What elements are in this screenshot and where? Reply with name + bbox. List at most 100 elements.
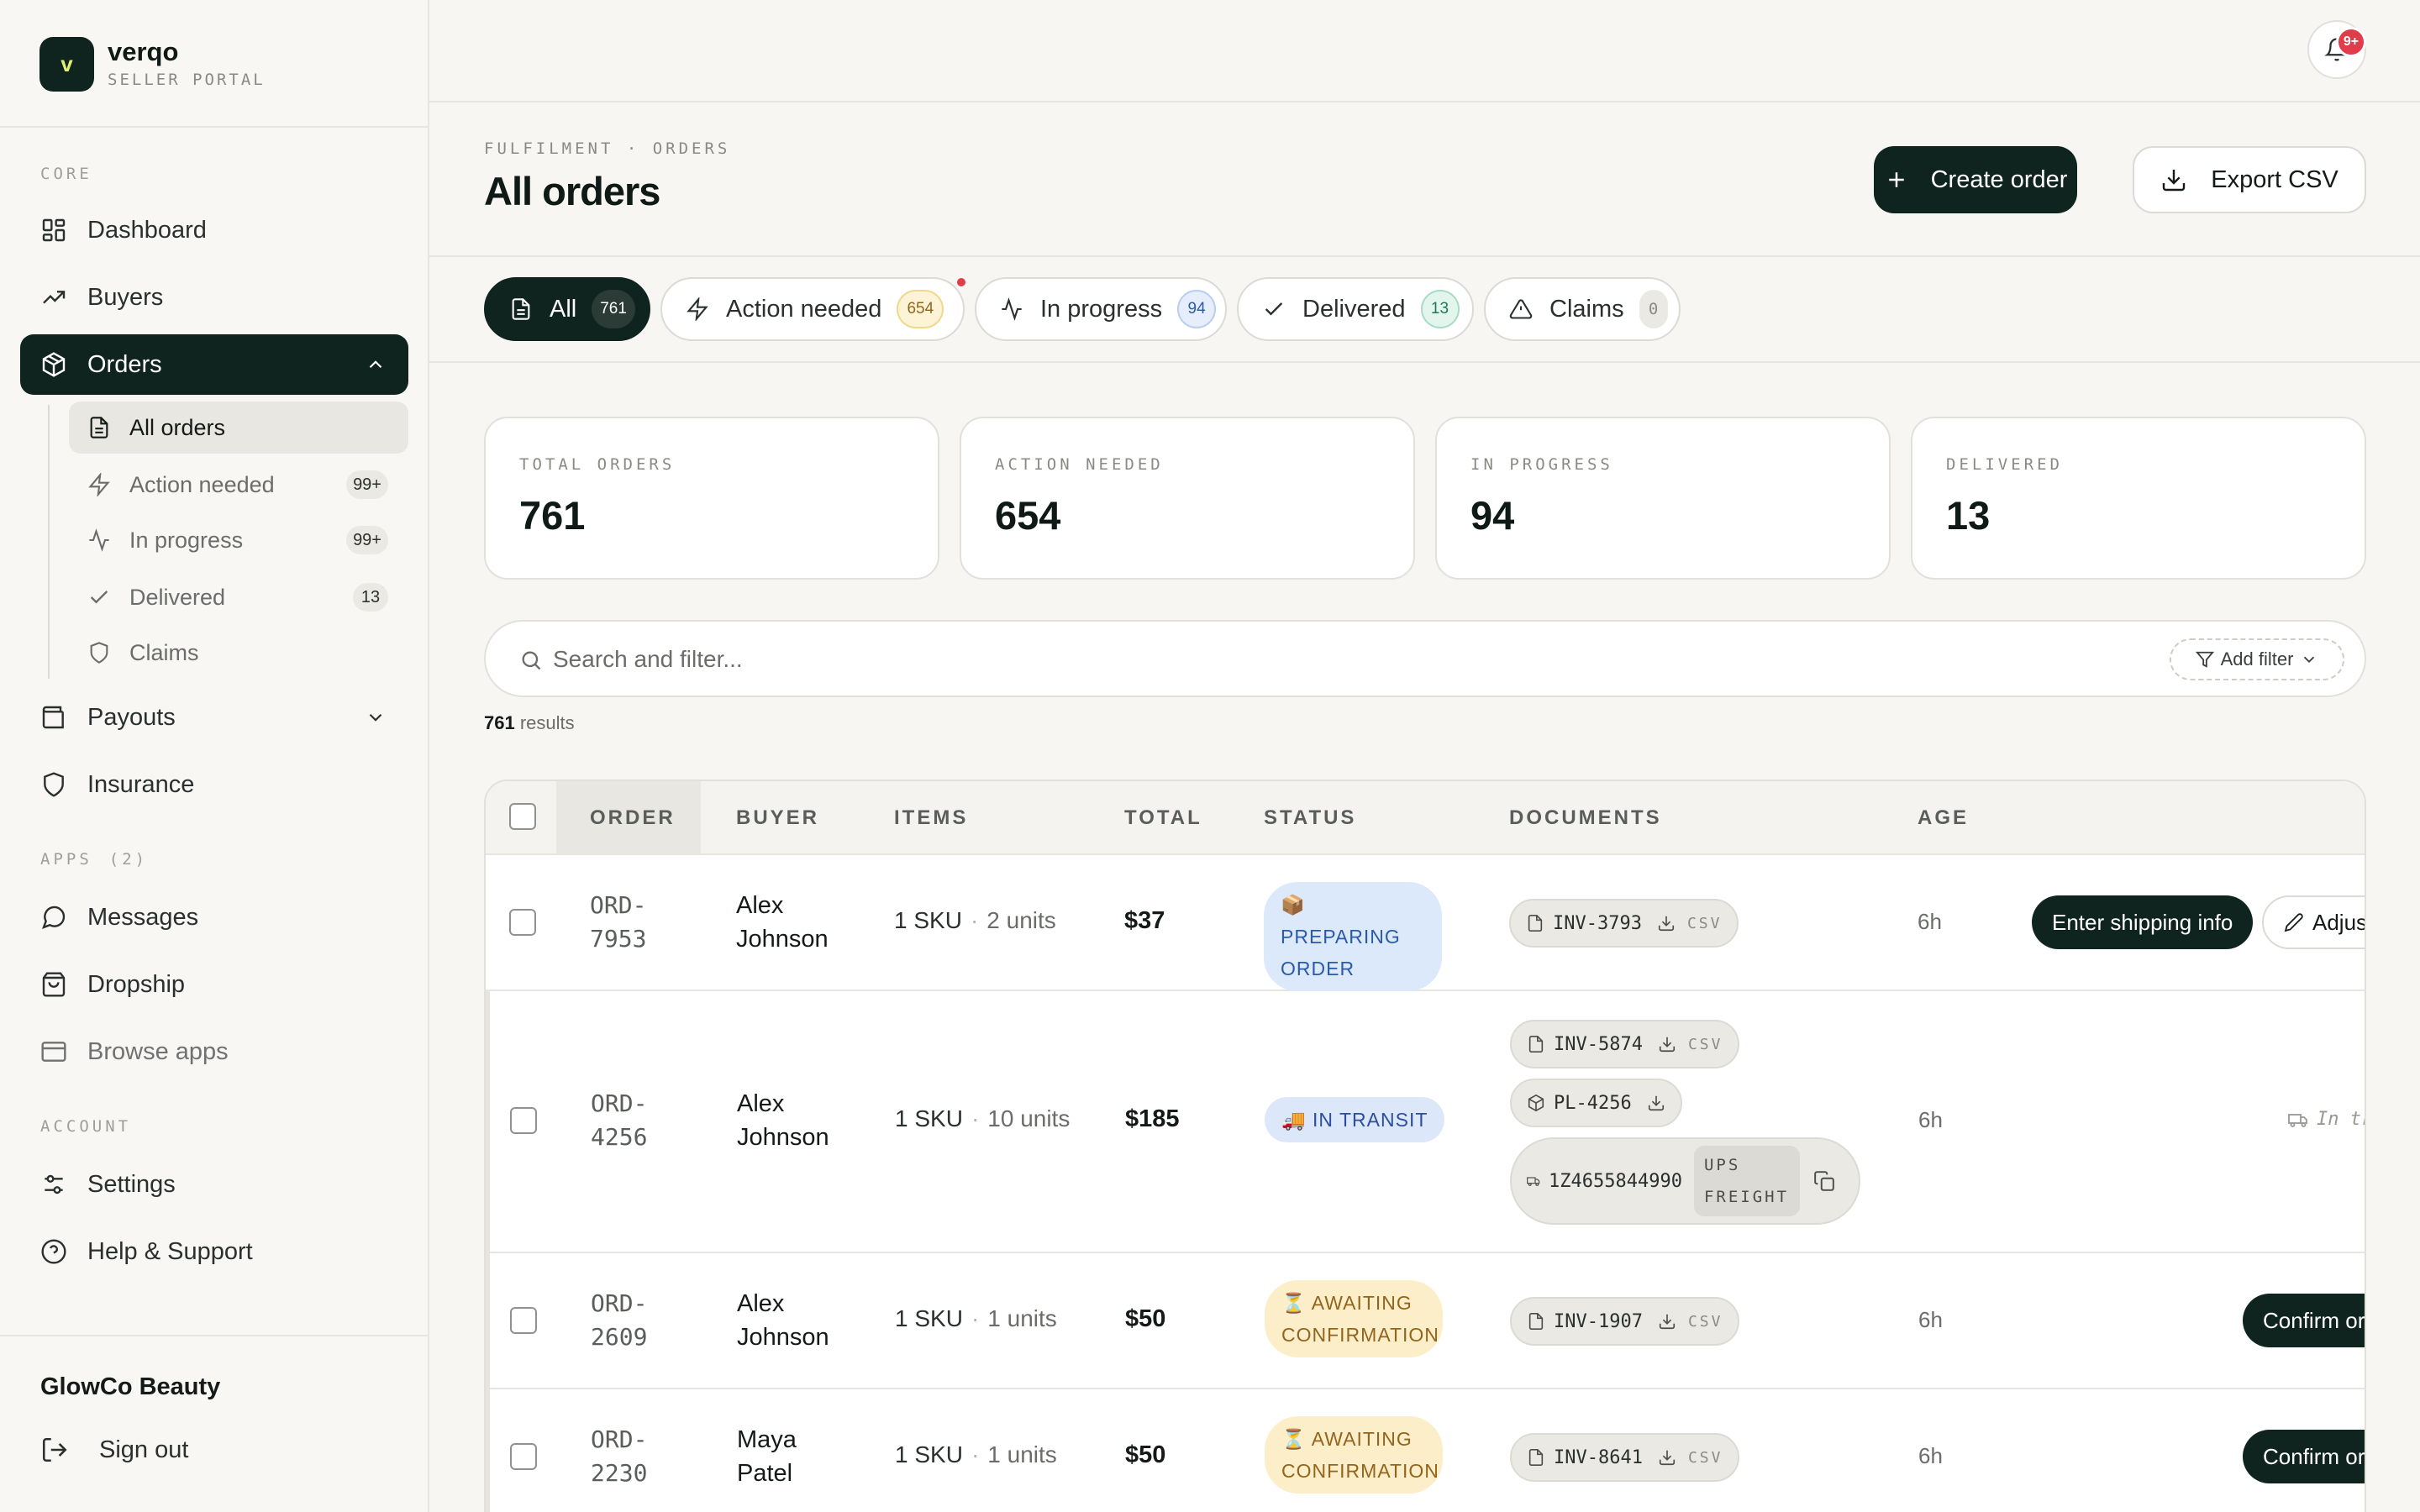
csv-link[interactable]: CSV [1688, 1036, 1723, 1053]
order-id-prefix: ORD- [591, 1089, 648, 1117]
packing-list-number: PL-4256 [1554, 1092, 1632, 1114]
copy-icon[interactable] [1813, 1170, 1835, 1192]
order-id[interactable]: ORD- 2609 [591, 1287, 647, 1354]
row-checkbox[interactable] [510, 1443, 537, 1470]
order-id[interactable]: ORD- 2230 [591, 1423, 647, 1490]
tab-in-progress[interactable]: In progress 94 [975, 277, 1227, 341]
adjust-button[interactable]: Adjust [2262, 895, 2365, 949]
tab-delivered[interactable]: Delivered 13 [1237, 277, 1474, 341]
notifications-button[interactable]: 9+ [2307, 20, 2366, 79]
file-text-icon [512, 298, 530, 320]
breadcrumb: FULFILMENT · ORDERS [484, 139, 731, 158]
table-row[interactable]: ORD- 4256 Alex Johnson 1 SKU · 10 units $185… [486, 991, 2365, 1253]
sidebar-item-insurance[interactable]: Insurance [20, 754, 408, 815]
alert-dot [955, 276, 968, 289]
row-checkbox[interactable] [510, 1307, 537, 1334]
sidebar-item-help[interactable]: Help & Support [20, 1221, 408, 1282]
chevron-down-icon[interactable] [365, 706, 387, 728]
column-header-order[interactable]: ORDER [556, 781, 701, 855]
sidebar-subitem-in-progress[interactable]: In progress 99+ [69, 514, 408, 566]
sidebar-item-settings[interactable]: Settings [20, 1154, 408, 1215]
order-id-number: 7953 [590, 925, 647, 953]
search-input[interactable] [553, 638, 1897, 680]
csv-link[interactable]: CSV [1688, 1449, 1723, 1467]
sign-out-button[interactable]: Sign out [40, 1436, 188, 1464]
confirm-order-button[interactable]: Confirm ord [2243, 1430, 2365, 1483]
create-order-label: Create order [1930, 165, 2068, 193]
status-badge: 📦 PREPARING ORDER [1264, 882, 1442, 991]
sidebar-subitem-claims[interactable]: Claims [69, 627, 408, 679]
file-icon [1528, 915, 1543, 932]
confirm-order-button[interactable]: Confirm ord [2243, 1294, 2365, 1347]
invoice-chip[interactable]: INV-8641 CSV [1510, 1433, 1740, 1482]
sidebar-item-payouts[interactable]: Payouts [20, 687, 408, 748]
export-csv-button[interactable]: Export CSV [2133, 146, 2366, 213]
column-header-items[interactable]: ITEMS [894, 781, 968, 855]
column-header-status[interactable]: STATUS [1264, 781, 1356, 855]
row-checkbox[interactable] [510, 1107, 537, 1134]
table-row[interactable]: ORD- 7953 Alex Johnson 1 SKU · 2 units $37 📦… [486, 855, 2365, 991]
column-header-buyer[interactable]: BUYER [736, 781, 819, 855]
sidebar-item-orders[interactable]: Orders [20, 334, 408, 395]
trending-up-icon [43, 291, 66, 304]
brand-logo[interactable]: v [39, 37, 94, 92]
tab-action-needed[interactable]: Action needed 654 [660, 276, 968, 341]
tab-all[interactable]: All 761 [484, 277, 650, 341]
sidebar-item-messages[interactable]: Messages [20, 887, 408, 948]
subitem-label: Claims [129, 639, 199, 665]
results-label: results [519, 712, 575, 733]
shield-icon [44, 772, 64, 797]
status-line: ORDER [1281, 958, 1355, 979]
invoice-chip[interactable]: INV-3793 CSV [1509, 899, 1739, 948]
shopping-bag-icon [42, 972, 66, 997]
invoice-chip[interactable]: INV-5874 CSV [1510, 1020, 1740, 1068]
dashboard-icon [42, 218, 66, 242]
sidebar-item-browse-apps[interactable]: Browse apps [20, 1021, 408, 1082]
sidebar-item-buyers[interactable]: Buyers [20, 267, 408, 328]
sidebar-item-dashboard[interactable]: Dashboard [20, 200, 408, 260]
order-id[interactable]: ORD- 7953 [590, 889, 646, 956]
chevron-up-icon[interactable] [365, 354, 387, 375]
tab-count: 761 [592, 290, 635, 328]
file-icon [1528, 1313, 1544, 1330]
add-filter-button[interactable]: Add filter [2170, 638, 2344, 680]
download-icon[interactable] [1658, 1448, 1676, 1467]
wallet-icon [42, 706, 64, 729]
row-checkbox[interactable] [509, 909, 536, 936]
sidebar-subitem-action-needed[interactable]: Action needed 99+ [69, 459, 408, 511]
sidebar-subitem-delivered[interactable]: Delivered 13 [69, 571, 408, 623]
table-row[interactable]: ORD- 2230 Maya Patel 1 SKU · 1 units $50 ⏳ A… [486, 1389, 2365, 1512]
enter-shipping-info-button[interactable]: Enter shipping info [2032, 895, 2254, 949]
download-icon[interactable] [1658, 1312, 1676, 1331]
download-icon[interactable] [1647, 1094, 1665, 1112]
order-age: 6h [1918, 1107, 1943, 1132]
table-row[interactable]: ORD- 2609 Alex Johnson 1 SKU · 1 units $50 ⏳… [486, 1253, 2365, 1389]
search-bar[interactable]: Add filter [484, 620, 2366, 697]
buyer-name: Maya Patel [737, 1423, 797, 1490]
download-icon[interactable] [1657, 914, 1676, 932]
csv-link[interactable]: CSV [1687, 915, 1723, 932]
order-id[interactable]: ORD- 4256 [591, 1087, 647, 1154]
packing-list-chip[interactable]: PL-4256 [1510, 1079, 1682, 1127]
invoice-number: INV-5874 [1554, 1033, 1643, 1055]
column-header-documents[interactable]: DOCUMENTS [1509, 781, 1662, 855]
tracking-chip[interactable]: 1Z4655844990 UPS FREIGHT [1510, 1137, 1860, 1225]
invoice-chip[interactable]: INV-1907 CSV [1510, 1297, 1740, 1346]
tab-label: Delivered [1302, 295, 1406, 323]
tab-claims[interactable]: Claims 0 [1484, 277, 1681, 341]
sidebar-item-dropship[interactable]: Dropship [20, 954, 408, 1015]
select-all-checkbox[interactable] [509, 803, 536, 830]
shield-icon [90, 642, 108, 664]
order-total: $50 [1125, 1441, 1166, 1468]
download-icon[interactable] [1658, 1035, 1676, 1053]
csv-link[interactable]: CSV [1688, 1313, 1723, 1331]
add-filter-label: Add filter [2220, 648, 2294, 669]
column-header-age[interactable]: AGE [1918, 781, 1969, 855]
create-order-button[interactable]: Create order [1874, 146, 2077, 213]
sidebar-subitem-all-orders[interactable]: All orders [69, 402, 408, 454]
stat-label: IN PROGRESS [1470, 455, 1613, 474]
pencil-icon [2284, 913, 2303, 932]
column-header-total[interactable]: TOTAL [1124, 781, 1202, 855]
stat-value: 13 [1946, 493, 1991, 538]
status-badge: 🚚 IN TRANSIT [1265, 1097, 1445, 1142]
